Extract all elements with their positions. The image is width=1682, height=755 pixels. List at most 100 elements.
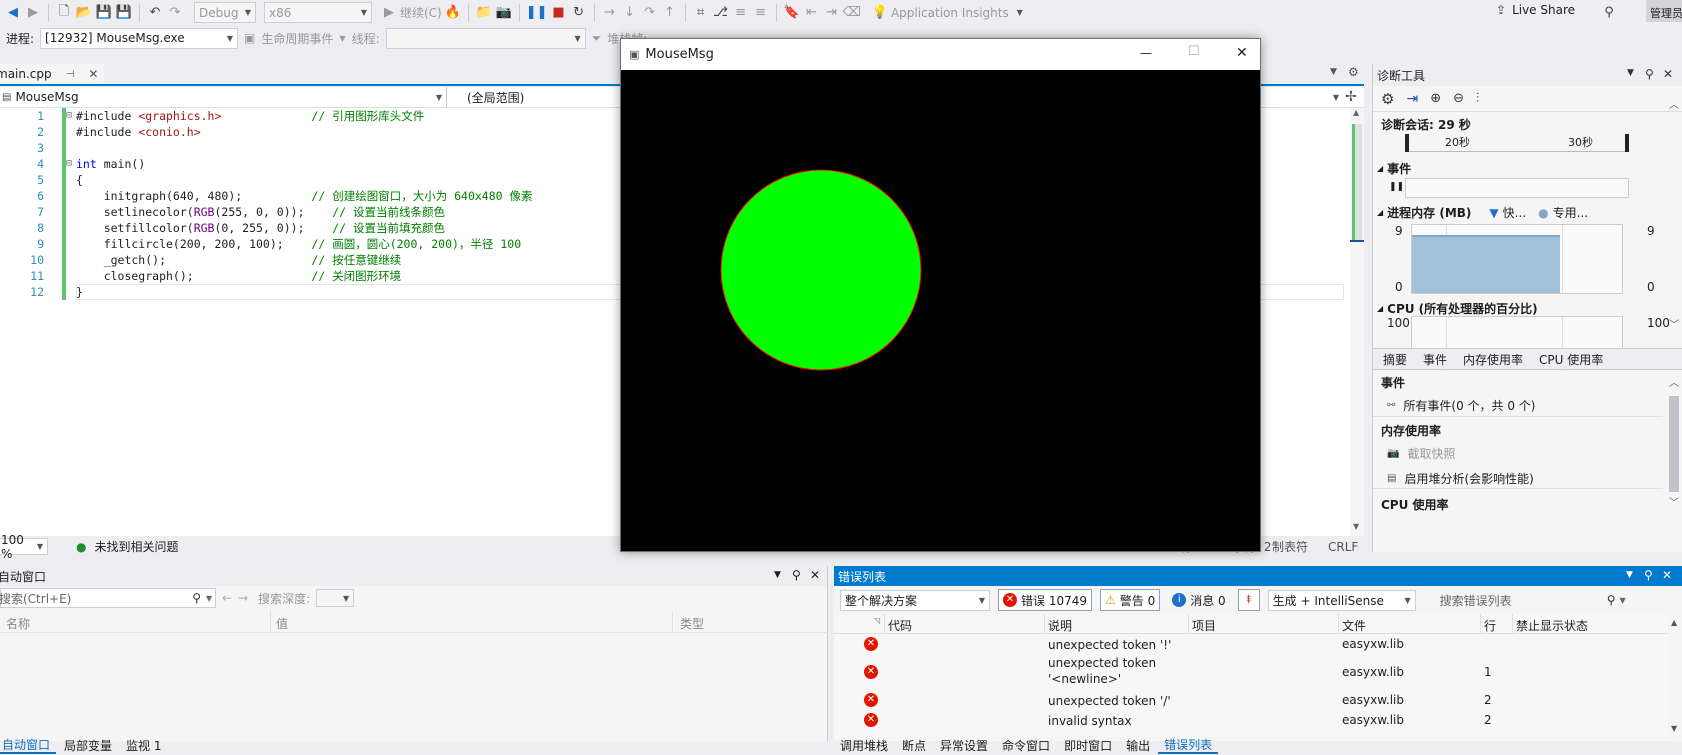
col-type[interactable]: 类型 <box>680 615 704 632</box>
close-icon[interactable]: ✕ <box>1662 568 1672 582</box>
filter-icon[interactable]: ⏷ <box>592 31 602 46</box>
clear-bookmarks-icon[interactable]: ⌫ <box>843 3 861 23</box>
undo-icon[interactable]: ↶ <box>146 3 164 23</box>
scroll-down-icon[interactable]: ﹀ <box>1669 316 1679 331</box>
error-bottom-tab[interactable]: 错误列表 <box>1158 736 1219 754</box>
error-row[interactable]: ✕ unexpected token '/' easyxw.lib 2 <box>834 690 1668 710</box>
chevron-down-icon[interactable]: ▼ <box>1620 596 1626 605</box>
pin-icon[interactable]: ⚲ <box>1645 67 1654 81</box>
error-grid-scrollbar[interactable]: ▲ ▼ <box>1668 614 1682 737</box>
chevron-down-icon[interactable]: ▼ <box>206 594 212 603</box>
col-value[interactable]: 值 <box>276 615 288 632</box>
diag-tab[interactable]: 内存使用率 <box>1457 350 1529 368</box>
export-icon[interactable]: ⇥ <box>1406 91 1418 107</box>
screenshot-icon[interactable]: 📷 <box>495 3 513 23</box>
forward-icon[interactable]: → <box>238 591 248 605</box>
diag-lower-scrollbar[interactable]: ︿ ﹀ <box>1667 374 1681 514</box>
scroll-up-icon[interactable]: ▲ <box>1353 108 1359 117</box>
settings-icon[interactable]: ⚙ <box>1348 65 1359 79</box>
pin-icon[interactable]: ⚲ <box>1644 568 1653 582</box>
tab-mode[interactable]: 制表符 <box>1272 538 1308 555</box>
live-share-button[interactable]: ⇪ Live Share <box>1496 3 1575 17</box>
diag-vertical-scrollbar[interactable]: ︿ ﹀ <box>1667 96 1681 336</box>
close-button[interactable]: ✕ <box>1236 45 1248 61</box>
scroll-thumb[interactable] <box>1669 396 1679 492</box>
error-bottom-tab[interactable]: 即时窗口 <box>1058 736 1118 754</box>
maximize-button[interactable]: ☐ <box>1188 44 1200 59</box>
hex-icon[interactable]: ⌗ <box>692 3 710 23</box>
continue-icon[interactable]: ▶ <box>380 3 398 23</box>
warnings-filter-button[interactable]: ⚠ 警告 0 <box>1100 589 1161 611</box>
lifecycle-icon[interactable]: ▣ <box>244 31 255 45</box>
error-bottom-tab[interactable]: 调用堆栈 <box>834 736 894 754</box>
scroll-up-icon[interactable]: ︿ <box>1669 374 1679 389</box>
restart-icon[interactable]: ↻ <box>570 3 588 23</box>
diag-tab[interactable]: 事件 <box>1417 350 1453 368</box>
scroll-down-icon[interactable]: ﹀ <box>1669 494 1679 509</box>
tab-overflow-icon[interactable]: ▼ <box>1330 67 1337 77</box>
breakpoint-toggle-icon[interactable]: ⎇ <box>712 3 730 23</box>
reset-zoom-icon[interactable]: ⫶ <box>1476 91 1479 106</box>
graphics-canvas[interactable] <box>621 70 1260 551</box>
error-bottom-tab[interactable]: 异常设置 <box>934 736 994 754</box>
back-icon[interactable]: ◀ <box>4 3 22 23</box>
line-ending[interactable]: CRLF <box>1328 540 1358 554</box>
stop-icon[interactable]: ■ <box>550 3 568 23</box>
app-insights-button[interactable]: Application Insights <box>891 6 1009 20</box>
messages-filter-button[interactable]: i 消息 0 <box>1168 589 1229 611</box>
build-filter-select[interactable]: 生成 + IntelliSense ▼ <box>1267 589 1416 611</box>
collapse-icon[interactable]: ⊟ <box>66 108 72 124</box>
error-search-input[interactable]: 搜索错误列表 ⚲ ▼ <box>1436 590 1626 611</box>
scroll-up-icon[interactable]: ︿ <box>1669 96 1679 111</box>
zoom-in-icon[interactable]: ⊕ <box>1430 91 1441 106</box>
memory-section-header[interactable]: ◢ 进程内存 (MB) ▼ 快... ● 专用... <box>1377 204 1588 221</box>
take-snapshot-button[interactable]: 📷 截取快照 <box>1387 445 1455 462</box>
redo-icon[interactable]: ↷ <box>166 3 184 23</box>
heap-profiling-button[interactable]: ▤ 启用堆分析(会影响性能) <box>1387 470 1534 487</box>
search-icon[interactable]: ⚲ <box>1607 593 1616 607</box>
app-insights-icon[interactable]: 💡 <box>871 3 889 23</box>
gear-icon[interactable]: ⚙ <box>1381 90 1394 108</box>
diag-tab[interactable]: 摘要 <box>1377 350 1413 368</box>
search-icon[interactable]: ⚲ <box>192 591 201 605</box>
new-project-icon[interactable]: 🗋 <box>55 3 73 23</box>
uncomment-icon[interactable]: ≡ <box>752 3 770 23</box>
autos-bottom-tab[interactable]: 局部变量 <box>58 736 118 754</box>
events-section-header[interactable]: ◢ 事件 <box>1377 160 1411 177</box>
pause-icon[interactable]: ❚❚ <box>526 3 548 23</box>
error-column-header[interactable]: 禁止显示状态 <box>1516 617 1588 634</box>
col-name[interactable]: 名称 <box>6 615 30 632</box>
error-row[interactable]: ✕ unexpected token '!' easyxw.lib <box>834 634 1668 654</box>
error-column-header[interactable]: 文件 <box>1342 617 1366 634</box>
scroll-up-icon[interactable]: ▲ <box>1671 618 1677 627</box>
all-events-link[interactable]: ⚯ 所有事件(0 个，共 0 个) <box>1387 397 1535 414</box>
error-row[interactable]: ✕ unexpected token '<newline>' easyxw.lib 1 <box>834 654 1668 690</box>
close-icon[interactable]: ✕ <box>1663 67 1673 81</box>
scroll-down-icon[interactable]: ▼ <box>1353 522 1359 531</box>
minimize-button[interactable]: — <box>1140 46 1152 60</box>
next-bookmark-icon[interactable]: ⇥ <box>823 3 841 23</box>
zoom-out-icon[interactable]: ⊖ <box>1453 91 1464 106</box>
bookmark-icon[interactable]: 🔖 <box>783 3 801 23</box>
autos-search-input[interactable]: 搜索(Ctrl+E) ⚲ ▼ <box>0 588 216 608</box>
continue-button[interactable]: 继续(C) <box>400 4 442 21</box>
step-over-icon[interactable]: → <box>601 3 619 23</box>
scope-select[interactable]: 整个解决方案 ▼ <box>840 589 990 611</box>
autos-bottom-tab[interactable]: 监视 1 <box>120 736 167 754</box>
search-depth-select[interactable]: ▼ <box>316 589 355 607</box>
error-column-header[interactable]: 代码 <box>888 617 912 634</box>
open-folder-icon[interactable]: 📂 <box>75 3 93 23</box>
config-select[interactable]: Debug ▼ <box>194 2 256 23</box>
error-bottom-tab[interactable]: 命令窗口 <box>996 736 1056 754</box>
save-all-icon[interactable]: 💾 <box>115 3 133 23</box>
chevron-down-icon[interactable]: ▼ <box>1011 3 1029 23</box>
error-column-header[interactable]: 行 <box>1484 617 1496 634</box>
issues-status[interactable]: 未找到相关问题 <box>94 538 178 555</box>
pin-icon[interactable]: ⚲ <box>792 568 801 582</box>
editor-vertical-scrollbar[interactable]: ▲ ▼ <box>1350 108 1364 536</box>
attach-icon[interactable]: 📁 <box>475 3 493 23</box>
project-scope-select[interactable]: ▤ MouseMsg ▼ <box>0 87 447 107</box>
comment-icon[interactable]: ≡ <box>732 3 750 23</box>
error-column-header[interactable]: 说明 <box>1048 617 1072 634</box>
errors-filter-button[interactable]: ✕ 错误 10749 <box>998 589 1092 611</box>
